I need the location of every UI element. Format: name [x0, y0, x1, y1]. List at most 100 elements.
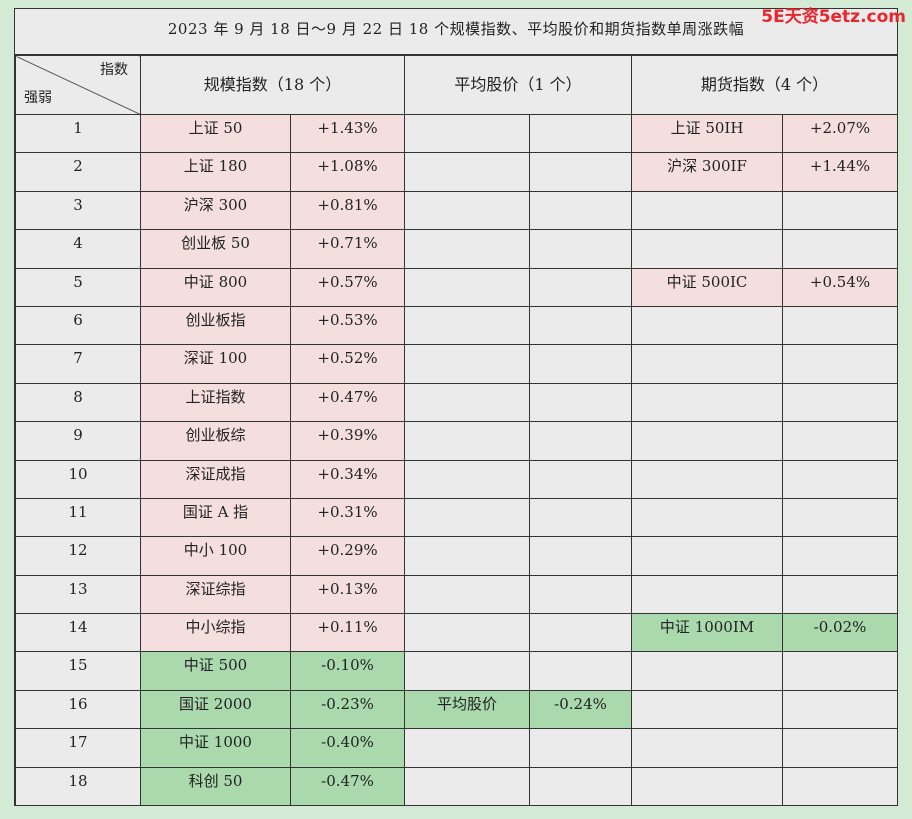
- table-body: 指数 强弱 规模指数（18 个） 平均股价（1 个） 期货指数（4 个） 1 上证…: [15, 55, 899, 807]
- average-price-name-cell: [404, 421, 531, 461]
- corner-label-index: 指数: [100, 62, 128, 78]
- rank-cell: 4: [15, 229, 141, 269]
- futures-change-cell: -0.02%: [782, 613, 899, 653]
- rank-cell: 11: [15, 497, 141, 538]
- futures-name-cell: 沪深 300IF: [631, 152, 784, 192]
- futures-change-cell: [782, 728, 899, 768]
- header-scale-index: 规模指数（18 个）: [139, 55, 406, 115]
- futures-change-cell: +0.54%: [782, 267, 899, 307]
- scale-index-change-cell: +0.29%: [289, 536, 406, 576]
- table-row: 13 深证综指 +0.13%: [15, 574, 899, 615]
- scale-index-change-cell: +0.52%: [289, 344, 406, 384]
- average-price-change-cell: [529, 421, 633, 461]
- average-price-name-cell: [404, 536, 531, 576]
- rank-cell: 3: [15, 190, 141, 231]
- scale-index-name-cell: 上证 50: [140, 113, 291, 154]
- average-price-name-cell: [404, 113, 531, 154]
- table-row: 8 上证指数 +0.47%: [15, 382, 899, 423]
- average-price-name-cell: [404, 190, 531, 231]
- average-price-change-cell: [529, 344, 633, 384]
- average-price-name-cell: [404, 229, 531, 269]
- site-watermark: 5E天资5etz.com: [761, 7, 906, 27]
- scale-index-change-cell: +0.34%: [289, 459, 406, 499]
- futures-name-cell: [631, 536, 784, 576]
- average-price-change-cell: [529, 459, 633, 499]
- rank-cell: 16: [15, 689, 141, 730]
- rank-cell: 8: [15, 382, 141, 423]
- rank-cell: 9: [15, 421, 141, 461]
- futures-change-cell: [782, 536, 899, 576]
- futures-name-cell: 中证 1000IM: [631, 613, 784, 653]
- average-price-name-cell: [404, 152, 531, 192]
- rank-cell: 5: [15, 267, 141, 307]
- rank-cell: 1: [15, 113, 141, 154]
- futures-name-cell: [631, 459, 784, 499]
- scale-index-name-cell: 沪深 300: [140, 190, 291, 231]
- rank-cell: 13: [15, 574, 141, 615]
- average-price-change-cell: [529, 113, 633, 154]
- average-price-change-cell: [529, 536, 633, 576]
- scale-index-name-cell: 深证成指: [140, 459, 291, 499]
- futures-name-cell: [631, 382, 784, 423]
- table-row: 7 深证 100 +0.52%: [15, 344, 899, 384]
- header-futures-index: 期货指数（4 个）: [631, 55, 899, 115]
- header-average-price: 平均股价（1 个）: [404, 55, 633, 115]
- scale-index-name-cell: 中证 800: [140, 267, 291, 307]
- futures-name-cell: [631, 689, 784, 730]
- ranking-table: 指数 强弱 规模指数（18 个） 平均股价（1 个） 期货指数（4 个） 1 上证…: [15, 55, 899, 807]
- table-row: 2 上证 180 +1.08% 沪深 300IF +1.44%: [15, 152, 899, 192]
- table-row: 3 沪深 300 +0.81%: [15, 190, 899, 231]
- table-row: 14 中小综指 +0.11% 中证 1000IM -0.02%: [15, 613, 899, 653]
- average-price-change-cell: [529, 152, 633, 192]
- table-row: 18 科创 50 -0.47%: [15, 766, 899, 807]
- futures-change-cell: [782, 459, 899, 499]
- scale-index-change-cell: +0.13%: [289, 574, 406, 615]
- futures-change-cell: +1.44%: [782, 152, 899, 192]
- average-price-change-cell: [529, 497, 633, 538]
- futures-name-cell: [631, 497, 784, 538]
- futures-name-cell: [631, 344, 784, 384]
- futures-name-cell: [631, 190, 784, 231]
- rank-cell: 7: [15, 344, 141, 384]
- scale-index-change-cell: -0.23%: [289, 689, 406, 730]
- rank-cell: 6: [15, 305, 141, 346]
- table-row: 16 国证 2000 -0.23% 平均股价 -0.24%: [15, 689, 899, 730]
- futures-change-cell: [782, 497, 899, 538]
- futures-name-cell: 中证 500IC: [631, 267, 784, 307]
- futures-change-cell: [782, 421, 899, 461]
- futures-change-cell: [782, 651, 899, 691]
- scale-index-change-cell: +0.39%: [289, 421, 406, 461]
- table-row: 9 创业板综 +0.39%: [15, 421, 899, 461]
- table-row: 1 上证 50 +1.43% 上证 50IH +2.07%: [15, 113, 899, 154]
- futures-name-cell: [631, 574, 784, 615]
- futures-change-cell: [782, 344, 899, 384]
- table-row: 17 中证 1000 -0.40%: [15, 728, 899, 768]
- average-price-change-cell: [529, 190, 633, 231]
- scale-index-name-cell: 创业板指: [140, 305, 291, 346]
- scale-index-name-cell: 中小综指: [140, 613, 291, 653]
- average-price-name-cell: [404, 344, 531, 384]
- futures-name-cell: [631, 305, 784, 346]
- scale-index-name-cell: 中证 1000: [140, 728, 291, 768]
- table-row: 6 创业板指 +0.53%: [15, 305, 899, 346]
- rank-cell: 18: [15, 766, 141, 807]
- average-price-name-cell: [404, 728, 531, 768]
- table-row: 12 中小 100 +0.29%: [15, 536, 899, 576]
- average-price-name-cell: [404, 382, 531, 423]
- futures-name-cell: [631, 728, 784, 768]
- average-price-name-cell: [404, 613, 531, 653]
- header-row: 指数 强弱 规模指数（18 个） 平均股价（1 个） 期货指数（4 个）: [15, 55, 899, 115]
- scale-index-name-cell: 国证 2000: [140, 689, 291, 730]
- average-price-change-cell: [529, 728, 633, 768]
- average-price-name-cell: [404, 497, 531, 538]
- table-row: 11 国证 A 指 +0.31%: [15, 497, 899, 538]
- scale-index-name-cell: 科创 50: [140, 766, 291, 807]
- scale-index-name-cell: 深证综指: [140, 574, 291, 615]
- average-price-change-cell: -0.24%: [529, 689, 633, 730]
- rank-cell: 2: [15, 152, 141, 192]
- report-frame: 2023 年 9 月 18 日～9 月 22 日 18 个规模指数、平均股价和期…: [14, 8, 899, 807]
- average-price-name-cell: [404, 459, 531, 499]
- average-price-change-cell: [529, 613, 633, 653]
- average-price-name-cell: 平均股价: [404, 689, 531, 730]
- scale-index-change-cell: +0.11%: [289, 613, 406, 653]
